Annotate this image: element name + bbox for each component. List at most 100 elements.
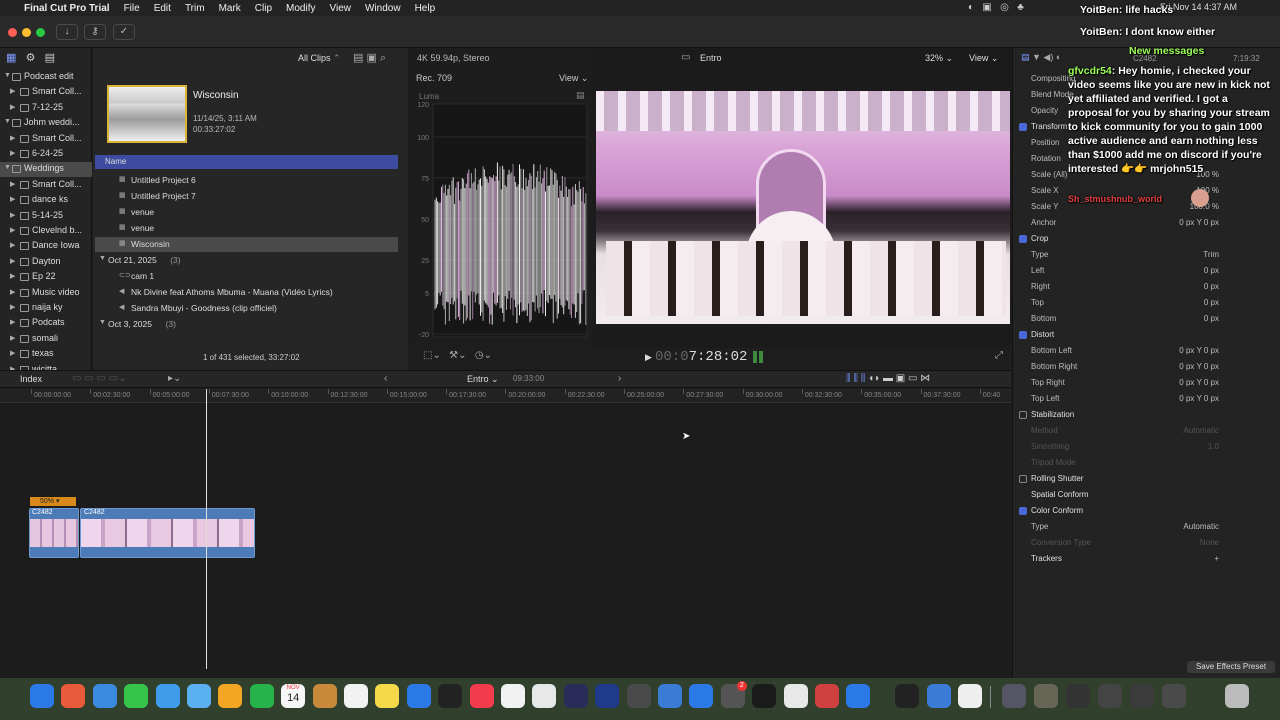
disclosure-icon[interactable]: ▼ (4, 72, 11, 79)
param-value[interactable]: 0 px (1204, 266, 1219, 275)
timeline-project-menu[interactable]: Entro ⌄ (467, 374, 499, 385)
disclosure-icon[interactable]: ▶ (10, 180, 15, 188)
menu-file[interactable]: File (124, 3, 140, 14)
tv-icon[interactable] (438, 684, 463, 708)
zoom-dropdown[interactable]: 32% ⌄ (925, 53, 953, 64)
sidebar-item[interactable]: ▶ Ep 22 (0, 270, 92, 285)
disclosure-icon[interactable]: ▶ (10, 303, 15, 311)
viewer-tools-menu[interactable]: ⬚⌄ ⚒⌄ ◷⌄ (423, 350, 492, 361)
disclosure-icon[interactable]: ▼ (99, 255, 106, 262)
trash-icon[interactable] (1225, 684, 1249, 708)
disclosure-icon[interactable]: ▶ (10, 288, 15, 296)
audio-app-icon[interactable] (752, 684, 777, 708)
launchpad-icon[interactable] (61, 684, 86, 708)
param-value[interactable]: 0 px (1204, 282, 1219, 291)
param-value[interactable]: 0 px (1204, 298, 1219, 307)
freeform-icon[interactable] (406, 684, 431, 708)
inspector-section[interactable]: Spatial Conform (1013, 488, 1280, 503)
recent-window-thumbnail[interactable] (1002, 684, 1026, 708)
messages-icon[interactable] (124, 684, 149, 708)
menu-window[interactable]: Window (365, 3, 401, 14)
sidebar-item[interactable]: ▶ Dayton (0, 255, 92, 270)
menu-help[interactable]: Help (415, 3, 436, 14)
recent-window-thumbnail[interactable] (1162, 684, 1186, 708)
browser-row[interactable]: ◀ Nk Divine feat Athoms Mbuma - Muana (Vi… (95, 285, 398, 300)
facetime-icon[interactable] (249, 684, 274, 708)
browser-row[interactable]: ▦ Wisconsin (95, 237, 398, 252)
fullscreen-icon[interactable]: ⤢ (995, 350, 1003, 361)
timeline-back-button[interactable]: ‹ (384, 373, 387, 384)
select-tool-menu[interactable]: ▸⌄ (168, 373, 181, 384)
param-value[interactable]: Automatic (1183, 522, 1219, 531)
sidebar-item[interactable]: ▶ Clevelnd b... (0, 224, 92, 239)
stickies-icon[interactable] (375, 684, 400, 708)
inspector-param[interactable]: Bottom Left 0 px Y 0 px (1013, 344, 1280, 359)
inspector-param[interactable]: Conversion Type None (1013, 536, 1280, 551)
edit-mode-buttons[interactable]: ▭ ▭ ▭ ▭⌄ (72, 373, 127, 384)
reminders-icon[interactable] (344, 684, 368, 708)
disclosure-icon[interactable]: ▶ (10, 349, 15, 357)
sidebar-item[interactable]: ▶ texas (0, 347, 92, 362)
browser-row[interactable]: ⊂⊃ cam 1 (95, 269, 398, 284)
disclosure-icon[interactable]: ▶ (10, 241, 15, 249)
sidebar-item[interactable]: ▼ Weddings (0, 162, 92, 178)
sidebar-item[interactable]: ▼ Podcast edit (0, 70, 92, 85)
param-value[interactable]: 0 px Y 0 px (1179, 362, 1219, 371)
param-value[interactable]: None (1200, 538, 1219, 547)
param-value[interactable]: 1.0 (1208, 442, 1219, 451)
viewer-view-menu[interactable]: View ⌄ (969, 53, 998, 64)
import-button[interactable]: ↓ (56, 24, 78, 40)
menu-trim[interactable]: Trim (185, 3, 205, 14)
sidebar-item[interactable]: ▶ 7-12-25 (0, 101, 92, 116)
inspector-param[interactable]: Bottom 0 px (1013, 312, 1280, 327)
sidebar-item[interactable]: ▶ naija ky (0, 301, 92, 316)
disclosure-icon[interactable]: ▶ (10, 257, 15, 265)
vpn-icon[interactable] (658, 684, 682, 708)
inspector-param[interactable]: Method Automatic (1013, 424, 1280, 439)
sidebar-item[interactable]: ▼ Johm weddi... (0, 116, 92, 131)
menu-view[interactable]: View (329, 3, 351, 14)
timeline[interactable]: 50% ▾ C2482 C2482 ➤ (0, 389, 1011, 678)
sidebar-item[interactable]: ▶ dance ks (0, 193, 92, 208)
capcut-icon[interactable] (846, 684, 871, 708)
video-frame[interactable] (596, 91, 1010, 324)
primary-clip-2[interactable]: C2482 (80, 508, 255, 558)
inspector-param[interactable]: Anchor 0 px Y 0 px (1013, 216, 1280, 231)
final-cut-icon[interactable] (626, 684, 651, 708)
sidebar-item[interactable]: ▶ Podcats (0, 316, 92, 331)
news-icon[interactable] (532, 684, 557, 708)
terminal-icon[interactable] (895, 684, 919, 708)
chrome-icon[interactable] (783, 684, 808, 708)
browser-row[interactable]: ▦ Untitled Project 7 (95, 189, 398, 204)
param-value[interactable]: 0 px Y 0 px (1179, 218, 1219, 227)
music-icon[interactable] (469, 684, 494, 708)
lightroom-icon[interactable] (563, 684, 588, 708)
name-column-header[interactable]: Name (95, 155, 398, 169)
sidebar-item[interactable]: ▶ Music video (0, 286, 92, 301)
disclosure-icon[interactable]: ▶ (10, 211, 15, 219)
finder-window-icon[interactable] (927, 684, 951, 708)
sidebar-item[interactable]: ▶ 6-24-25 (0, 147, 92, 162)
inspector-section[interactable]: Color Conform (1013, 504, 1280, 519)
sidebar-item[interactable]: ▶ Smart Coll... (0, 178, 92, 193)
disclosure-icon[interactable]: ▼ (99, 319, 106, 326)
app-store-icon[interactable] (689, 684, 714, 708)
mail-icon[interactable] (155, 684, 180, 708)
primary-clip-1[interactable]: C2482 (29, 508, 79, 558)
inspector-param[interactable]: Top Left 0 px Y 0 px (1013, 392, 1280, 407)
background-tasks-button[interactable]: ✓ (113, 24, 135, 40)
inspector-param[interactable]: Bottom Right 0 px Y 0 px (1013, 360, 1280, 375)
disclosure-icon[interactable]: ▼ (4, 118, 11, 125)
textedit-icon[interactable] (958, 684, 982, 708)
browser-row[interactable]: ▦ Untitled Project 6 (95, 173, 398, 188)
recent-window-thumbnail[interactable] (1034, 684, 1058, 708)
param-value[interactable]: Automatic (1183, 426, 1219, 435)
menu-edit[interactable]: Edit (154, 3, 171, 14)
inspector-param[interactable]: Left 0 px (1013, 264, 1280, 279)
browser-row[interactable]: ▦ venue (95, 221, 398, 236)
disclosure-icon[interactable]: ▶ (10, 149, 15, 157)
sidebar-item[interactable]: ▶ Smart Coll... (0, 85, 92, 100)
recent-window-thumbnail[interactable] (1130, 684, 1154, 708)
shazam-icon[interactable] (501, 684, 525, 708)
section-checkbox[interactable] (1019, 331, 1027, 339)
